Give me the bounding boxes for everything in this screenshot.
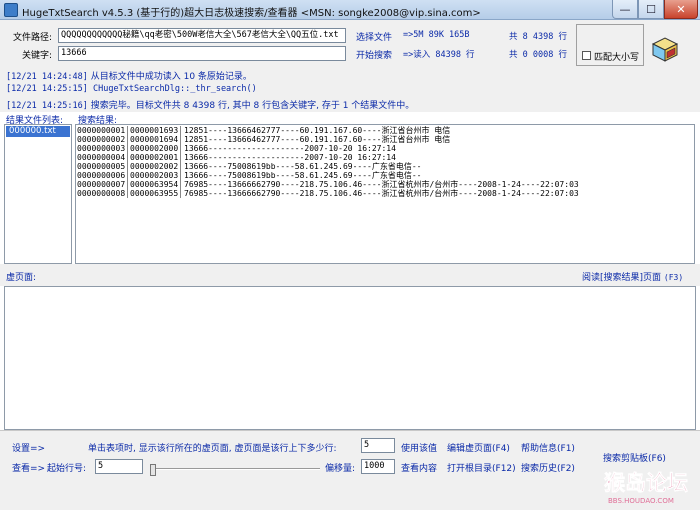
svg-text:猴岛论坛: 猴岛论坛 xyxy=(604,471,688,495)
minimize-button[interactable]: — xyxy=(612,0,638,19)
virtual-page-label: 虚页面: xyxy=(6,273,37,283)
start-line-label: 起始行号: xyxy=(47,464,87,474)
found-lines-stat: 共 0 0008 行 xyxy=(509,50,567,60)
app-icon xyxy=(4,3,18,17)
title-bar[interactable]: HugeTxtSearch v4.5.3 (基于行的)超大日志极速搜索/查看器 … xyxy=(0,0,700,20)
svg-text:BBS.HOUDAO.COM: BBS.HOUDAO.COM xyxy=(608,497,674,505)
view-content-link[interactable]: 查看内容 xyxy=(401,461,437,474)
table-row[interactable]: 0000000005 0000002002 13666----75008619bb-… xyxy=(76,162,694,171)
options-group: 匹配大小写 xyxy=(576,24,644,66)
table-row[interactable]: 0000000007 0000063954 76985----13666662790… xyxy=(76,180,694,189)
file-path-label: 文件路径: xyxy=(13,33,53,43)
match-case-label: 匹配大小写 xyxy=(594,53,640,63)
file-size-stat: =>5M 89K 165B xyxy=(403,30,470,40)
view-label: 查看=> xyxy=(12,464,46,474)
log-line: [12/21 14:25:16] 搜索完毕。目标文件共 8 4398 行, 其中… xyxy=(6,101,415,111)
offset-slider[interactable] xyxy=(150,464,320,476)
read-results-page-link[interactable]: 阅读[搜索结果]页面 (F3) xyxy=(582,270,683,283)
edit-virtual-page-link[interactable]: 编辑虚页面(F4) xyxy=(447,441,510,454)
slider-track xyxy=(150,468,320,470)
read-lines-stat: =>读入 84398 行 xyxy=(403,50,475,60)
table-row[interactable]: 0000000002 0000001694 12851----13666462777… xyxy=(76,135,694,144)
keyword-label: 关键字: xyxy=(22,51,53,61)
lines-hint: 单击表项时, 显示该行所在的虚页面, 虚页面是该行上下多少行: xyxy=(88,444,337,454)
table-row[interactable]: 0000000001 0000001693 12851----13666462777… xyxy=(76,126,694,135)
table-row[interactable]: 0000000008 0000063955 76985----13666662790… xyxy=(76,189,694,198)
virtual-page-viewer[interactable] xyxy=(4,286,696,430)
start-line-input[interactable]: 5 xyxy=(95,459,143,474)
use-value-link[interactable]: 使用该值 xyxy=(401,441,437,454)
viewer-toolbar: 虚页面: 阅读[搜索结果]页面 (F3) xyxy=(0,264,700,286)
forum-watermark-logo: 猴岛论坛 BBS.HOUDAO.COM xyxy=(604,471,689,505)
bottom-panel: 设置=> 单击表项时, 显示该行所在的虚页面, 虚页面是该行上下多少行: 5 使… xyxy=(0,430,700,510)
file-path-input[interactable]: QQQQQQQQQQQQ秘籍\qq老密\500W老信大全\567老信大全\QQ五… xyxy=(58,28,346,43)
offset-input[interactable]: 1000 xyxy=(361,459,395,474)
log-panel: [12/21 14:24:48] 从目标文件中成功读入 10 条原始记录。 [1… xyxy=(0,66,700,112)
result-file-item[interactable]: 000000.txt xyxy=(6,126,70,137)
close-button[interactable]: ✕ xyxy=(664,0,698,19)
window-title: HugeTxtSearch v4.5.3 (基于行的)超大日志极速搜索/查看器 … xyxy=(22,8,481,19)
search-clipboard-link[interactable]: 搜索剪贴板(F6) xyxy=(603,451,666,464)
slider-thumb[interactable] xyxy=(150,464,156,476)
table-row[interactable]: 0000000003 0000002000 13666---------------… xyxy=(76,144,694,153)
search-history-link[interactable]: 搜索历史(F2) xyxy=(521,461,575,474)
log-line: [12/21 14:25:15] CHugeTxtSearchDlg::_thr… xyxy=(6,84,257,94)
match-case-checkbox[interactable] xyxy=(582,51,591,60)
cube-icon[interactable] xyxy=(650,36,680,62)
settings-label: 设置=> xyxy=(12,444,46,454)
start-search-link[interactable]: 开始搜索 xyxy=(356,48,392,61)
maximize-button[interactable]: ☐ xyxy=(638,0,664,19)
open-root-dir-link[interactable]: 打开根目录(F12) xyxy=(447,461,516,474)
log-line: [12/21 14:24:48] 从目标文件中成功读入 10 条原始记录。 xyxy=(6,72,252,82)
table-row[interactable]: 0000000006 0000002003 13666----75008619bb-… xyxy=(76,171,694,180)
search-results-list[interactable]: 0000000001 0000001693 12851----13666462777… xyxy=(75,124,695,264)
select-file-link[interactable]: 选择文件 xyxy=(356,30,392,43)
keyword-input[interactable]: 13666 xyxy=(58,46,346,61)
table-row[interactable]: 0000000004 0000002001 13666---------------… xyxy=(76,153,694,162)
total-lines-stat: 共 8 4398 行 xyxy=(509,32,567,42)
offset-label: 偏移量: xyxy=(325,464,356,474)
result-files-list[interactable]: 000000.txt xyxy=(4,124,72,264)
lines-input[interactable]: 5 xyxy=(361,438,395,453)
help-link[interactable]: 帮助信息(F1) xyxy=(521,441,575,454)
